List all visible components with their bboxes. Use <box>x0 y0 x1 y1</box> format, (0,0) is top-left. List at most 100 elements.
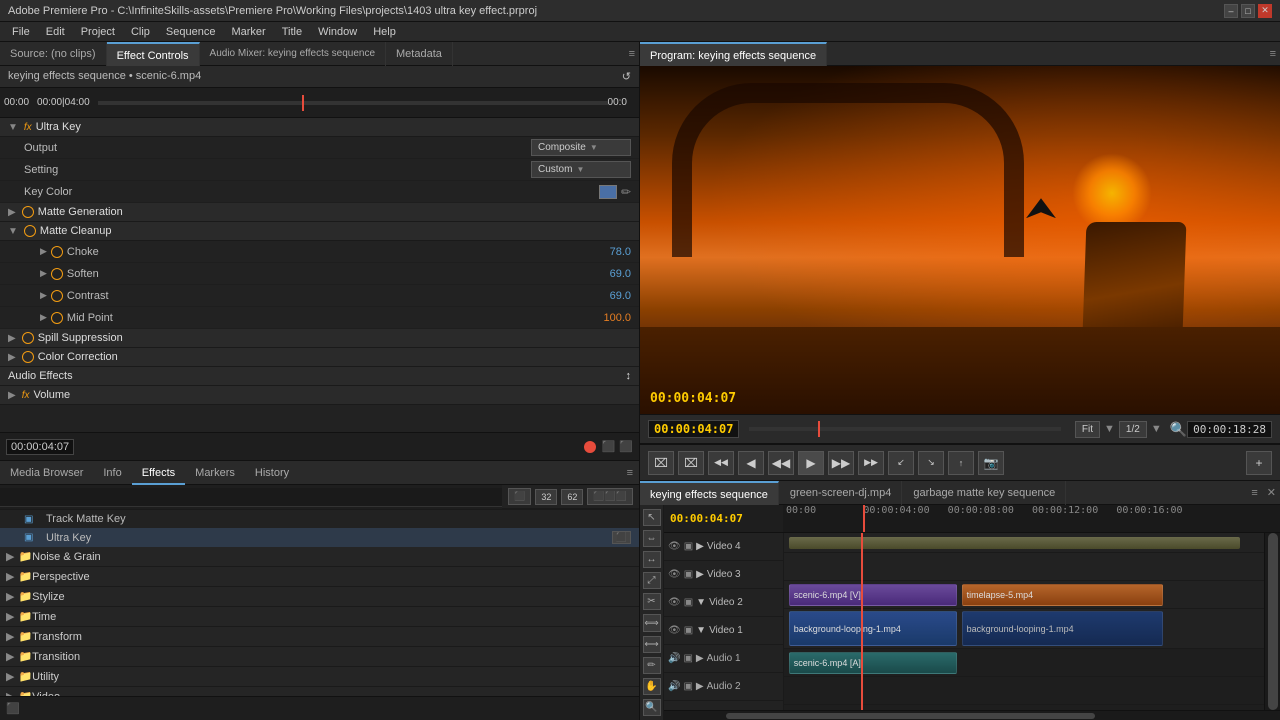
effects-tool-62[interactable]: 62 <box>561 489 583 505</box>
tab-metadata[interactable]: Metadata <box>386 42 453 66</box>
tl-tab-garbage[interactable]: garbage matte key sequence <box>903 481 1066 505</box>
maximize-button[interactable]: □ <box>1241 4 1255 18</box>
ctrl-insert[interactable]: ↙ <box>888 451 914 475</box>
tl-tool-pen[interactable]: ✏ <box>643 657 661 674</box>
mid-point-value[interactable]: 100.0 <box>603 312 631 324</box>
folder-video[interactable]: ▶ 📁 Video <box>0 687 639 696</box>
tab-history[interactable]: History <box>245 461 299 485</box>
ctrl-rewind[interactable]: ◀◀ <box>768 451 794 475</box>
tab-audio-mixer[interactable]: Audio Mixer: keying effects sequence <box>200 42 386 66</box>
folder-utility[interactable]: ▶ 📁 Utility <box>0 667 639 687</box>
tl-v2-lock[interactable]: ▣ <box>684 597 693 608</box>
output-dropdown[interactable]: Composite ▼ <box>531 139 631 156</box>
tl-a2-lock[interactable]: ▣ <box>683 681 692 692</box>
choke-value[interactable]: 78.0 <box>610 246 631 258</box>
ec-reset-btn[interactable]: ↺ <box>622 70 631 83</box>
tab-media-browser[interactable]: Media Browser <box>0 461 93 485</box>
folder-transform[interactable]: ▶ 📁 Transform <box>0 627 639 647</box>
effect-item-ultra-key[interactable]: ▣ Ultra Key ⬛ <box>0 528 639 547</box>
tl-tool-select[interactable]: ↖ <box>643 509 661 526</box>
menu-project[interactable]: Project <box>73 22 123 42</box>
menu-clip[interactable]: Clip <box>123 22 158 42</box>
tl-h-scrollbar[interactable] <box>664 710 1280 720</box>
menu-file[interactable]: File <box>4 22 38 42</box>
effects-panel-menu[interactable]: ≡ <box>621 467 639 479</box>
audio-effects-resize[interactable]: ↕ <box>626 370 632 382</box>
eyedropper-icon[interactable]: ✏ <box>621 185 631 199</box>
setting-dropdown[interactable]: Custom ▼ <box>531 161 631 178</box>
tl-v2-eye[interactable]: 👁 <box>668 597 681 608</box>
mid-point-arrow[interactable]: ▶ <box>40 312 47 323</box>
tl-panel-menu[interactable]: ≡ <box>1247 487 1261 499</box>
ctrl-step-fwd[interactable]: ▶▶ <box>828 451 854 475</box>
tab-effect-controls[interactable]: Effect Controls <box>107 42 200 66</box>
tl-v1-clip1[interactable]: background-looping-1.mp4 <box>789 611 957 646</box>
tab-markers[interactable]: Markers <box>185 461 245 485</box>
tl-v3-eye[interactable]: 👁 <box>668 569 681 580</box>
tl-v2-clip2[interactable]: timelapse-5.mp4 <box>962 584 1164 606</box>
tl-v1-clip2[interactable]: background-looping-1.mp4 <box>962 611 1164 646</box>
folder-time[interactable]: ▶ 📁 Time <box>0 607 639 627</box>
matte-gen-header[interactable]: ▶ Matte Generation <box>0 203 639 222</box>
ctrl-export-frame[interactable]: 📷 <box>978 451 1004 475</box>
contrast-value[interactable]: 69.0 <box>610 290 631 302</box>
ec-btn2[interactable]: ⬛ <box>619 440 633 453</box>
ctrl-step-back[interactable]: ◀ <box>738 451 764 475</box>
soften-value[interactable]: 69.0 <box>610 268 631 280</box>
panel-menu-btn[interactable]: ≡ <box>629 48 635 60</box>
tl-a1-clip1[interactable]: scenic-6.mp4 [A] <box>789 652 957 674</box>
folder-perspective[interactable]: ▶ 📁 Perspective <box>0 567 639 587</box>
folder-stylize[interactable]: ▶ 📁 Stylize <box>0 587 639 607</box>
menu-edit[interactable]: Edit <box>38 22 73 42</box>
fit-dropdown[interactable]: Fit <box>1075 421 1100 438</box>
effects-tool-32[interactable]: 32 <box>535 489 557 505</box>
program-timecode-display[interactable]: 00:00:04:07 <box>648 420 739 438</box>
effects-search-input[interactable] <box>0 488 502 507</box>
ec-timeline-bar[interactable] <box>98 101 608 105</box>
contrast-arrow[interactable]: ▶ <box>40 290 47 301</box>
tl-vert-scroll-thumb[interactable] <box>1268 533 1278 710</box>
tl-tool-slip[interactable]: ⟺ <box>643 614 661 631</box>
tab-source[interactable]: Source: (no clips) <box>0 42 107 66</box>
ctrl-jump-end[interactable]: ▶▶ <box>858 451 884 475</box>
zoom-icon[interactable]: 🔍 <box>1170 421 1187 438</box>
ultra-key-header[interactable]: ▼ fx Ultra Key <box>0 118 639 137</box>
tl-a1-row[interactable]: scenic-6.mp4 [A] <box>784 649 1264 677</box>
tl-v1-row[interactable]: background-looping-1.mp4 background-loop… <box>784 609 1264 649</box>
tl-a1-eye[interactable]: 🔊 <box>668 653 680 664</box>
tl-v3-row[interactable] <box>784 553 1264 581</box>
matte-cleanup-header[interactable]: ▼ Matte Cleanup <box>0 222 639 241</box>
tl-v4-clip[interactable] <box>789 537 1240 549</box>
ec-timecode[interactable]: 00:00:04:07 <box>6 439 74 455</box>
key-color-swatch[interactable] <box>599 185 617 199</box>
tl-v4-eye[interactable]: 👁 <box>668 541 681 552</box>
tl-a1-lock[interactable]: ▣ <box>683 653 692 664</box>
program-timeline-bar[interactable] <box>749 427 1060 431</box>
tl-tool-razor[interactable]: ✂ <box>643 593 661 610</box>
quality-dropdown[interactable]: 1/2 <box>1119 421 1147 438</box>
tl-tab-greenscreen[interactable]: green-screen-dj.mp4 <box>780 481 903 505</box>
tl-v3-lock[interactable]: ▣ <box>684 569 693 580</box>
tl-close-seq[interactable]: ✕ <box>1263 486 1280 499</box>
tl-v4-lock[interactable]: ▣ <box>684 541 693 552</box>
tl-ruler[interactable]: 00:00 00:00:04:00 00:00:08:00 00:00:12:0… <box>784 505 1280 532</box>
ctrl-lift[interactable]: ↑ <box>948 451 974 475</box>
effects-tool-new-bin[interactable]: ⬛ <box>508 488 531 505</box>
spill-suppression-header[interactable]: ▶ Spill Suppression <box>0 329 639 348</box>
tl-tool-ripple[interactable]: ⇔ <box>643 530 661 547</box>
ctrl-mark-out[interactable]: ⌧ <box>678 451 704 475</box>
ctrl-mark-in[interactable]: ⌧ <box>648 451 674 475</box>
effects-tool-icon[interactable]: ⬛⬛⬛ <box>587 488 633 505</box>
program-panel-menu[interactable]: ≡ <box>1270 48 1276 60</box>
folder-transition[interactable]: ▶ 📁 Transition <box>0 647 639 667</box>
tab-effects[interactable]: Effects <box>132 461 185 485</box>
ctrl-add-marker[interactable]: + <box>1246 451 1272 475</box>
close-button[interactable]: ✕ <box>1258 4 1272 18</box>
tl-a2-row[interactable] <box>784 677 1264 705</box>
tl-right-scroll[interactable] <box>1264 533 1280 710</box>
menu-marker[interactable]: Marker <box>223 22 273 42</box>
menu-title[interactable]: Title <box>274 22 310 42</box>
tl-v1-lock[interactable]: ▣ <box>684 625 693 636</box>
ctrl-mark-clip[interactable]: ◀◀ <box>708 451 734 475</box>
effect-item-track-matte-key[interactable]: ▣ Track Matte Key <box>0 510 639 528</box>
